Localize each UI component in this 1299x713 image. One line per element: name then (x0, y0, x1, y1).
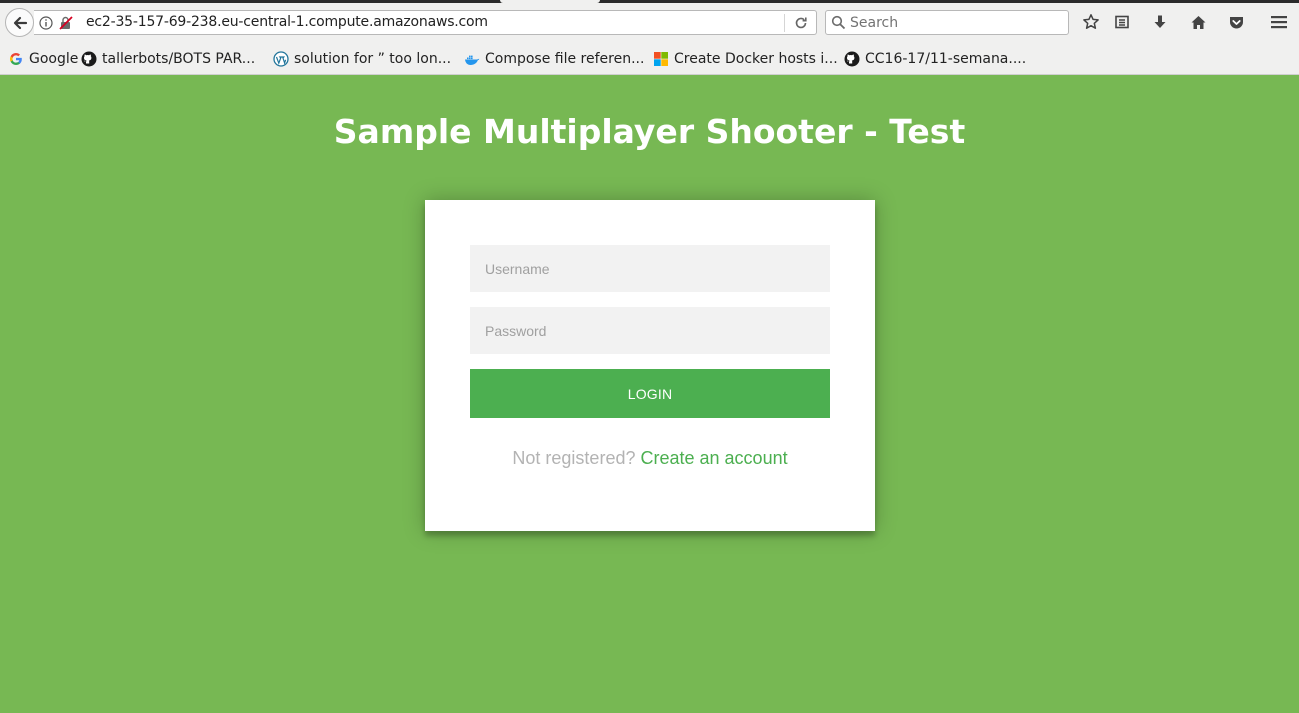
bookmark-tallerbots[interactable]: tallerbots/BOTS PAR... (81, 50, 255, 68)
bookmarks-toolbar: Google tallerbots/BOTS PAR... solution f… (0, 44, 1299, 75)
page-title: Sample Multiplayer Shooter - Test (333, 112, 966, 151)
tab-strip-edge (0, 0, 1299, 3)
register-message: Not registered? Create an account (425, 448, 875, 469)
bookmark-label: Google (29, 51, 79, 67)
bookmark-label: solution for ” too lon... (294, 51, 452, 67)
address-bar[interactable]: ec2-35-157-69-238.eu-central-1.compute.a… (34, 10, 817, 35)
google-icon (8, 51, 24, 67)
bookmark-label: Create Docker hosts i... (674, 51, 838, 67)
search-bar[interactable]: Search (825, 10, 1069, 35)
register-prompt: Not registered? (512, 448, 636, 468)
bookmark-label: Compose file referen... (485, 51, 645, 67)
download-icon[interactable] (1150, 12, 1170, 32)
wordpress-icon (273, 51, 289, 67)
browser-toolbar: ec2-35-157-69-238.eu-central-1.compute.a… (0, 0, 1299, 44)
search-placeholder: Search (850, 15, 899, 31)
search-icon (831, 15, 846, 30)
url-separator (784, 14, 785, 32)
bookmark-cc16[interactable]: CC16-17/11-semana.... (844, 50, 1026, 68)
back-button[interactable] (5, 8, 34, 37)
microsoft-icon (653, 51, 669, 67)
bookmark-label: tallerbots/BOTS PAR... (102, 51, 256, 67)
reload-icon[interactable] (793, 15, 809, 31)
github-icon (844, 51, 860, 67)
bookmark-solution[interactable]: solution for ” too lon... (273, 50, 451, 68)
github-icon (81, 51, 97, 67)
username-input[interactable] (470, 245, 830, 292)
home-icon[interactable] (1188, 12, 1208, 32)
bookmark-label: CC16-17/11-semana.... (865, 51, 1027, 67)
bookmark-star-icon[interactable] (1081, 12, 1101, 32)
bookmark-compose[interactable]: Compose file referen... (464, 50, 644, 68)
login-card: LOGIN Not registered? Create an account (425, 200, 875, 531)
menu-icon[interactable] (1269, 12, 1289, 32)
url-text[interactable]: ec2-35-157-69-238.eu-central-1.compute.a… (86, 14, 488, 30)
insecure-lock-icon[interactable] (58, 15, 74, 31)
bookmark-create-docker[interactable]: Create Docker hosts i... (653, 50, 838, 68)
pocket-icon[interactable] (1226, 12, 1246, 32)
password-input[interactable] (470, 307, 830, 354)
login-button[interactable]: LOGIN (470, 369, 830, 418)
back-arrow-icon (13, 16, 27, 29)
reading-list-icon[interactable] (1112, 12, 1132, 32)
bookmark-google[interactable]: Google (8, 50, 78, 68)
create-account-link[interactable]: Create an account (641, 448, 788, 468)
docker-icon (464, 51, 480, 67)
info-icon[interactable] (39, 16, 53, 30)
